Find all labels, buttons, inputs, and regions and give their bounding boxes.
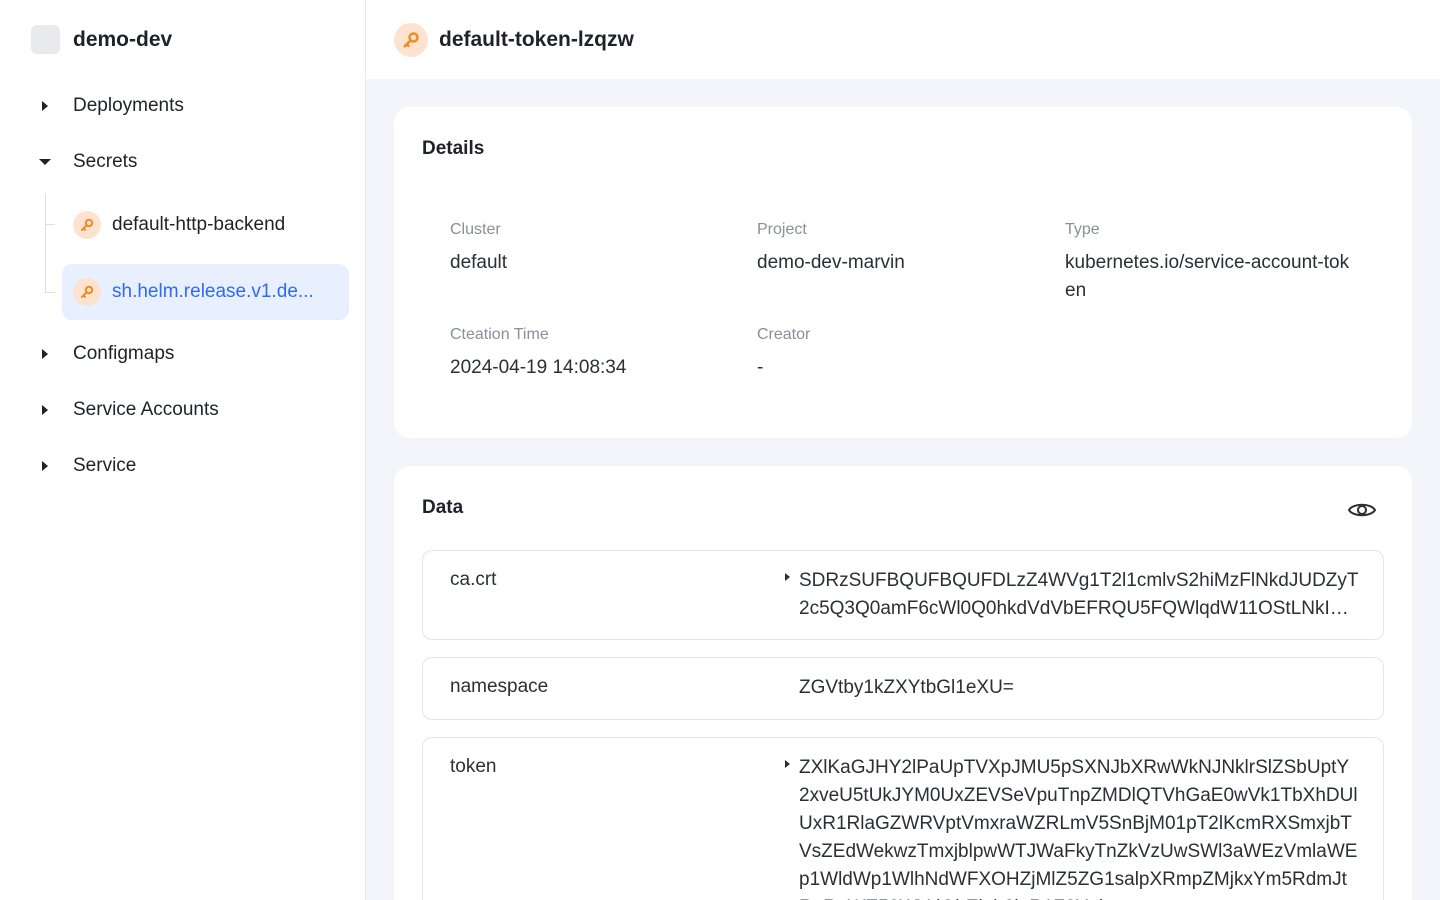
nav-group-deployments[interactable]: Deployments	[0, 88, 366, 124]
secret-item-label: sh.helm.release.v1.de...	[112, 281, 314, 302]
creator-value: -	[757, 357, 764, 378]
creation-time-field: Cteation Time 2024-04-19 14:08:34	[450, 326, 730, 382]
details-card: Details Cluster default Project demo-dev…	[394, 107, 1412, 438]
key-icon	[394, 22, 428, 57]
caret-right-icon	[38, 99, 52, 113]
cluster-label: Cluster	[450, 221, 501, 238]
project-header[interactable]: demo-dev	[31, 25, 172, 54]
nav-group-label: Secrets	[73, 151, 138, 172]
details-title: Details	[422, 138, 485, 159]
caret-right-icon	[38, 347, 52, 361]
nav-group-configmaps[interactable]: Configmaps	[0, 336, 366, 372]
nav-group-service[interactable]: Service	[0, 448, 366, 484]
data-value: ZGVtby1kZXYtbGl1eXU=	[799, 677, 1014, 698]
data-row-token: token ZXlKaGJHY2lPaUpTVXpJMU5pSXNJbXRwWk…	[422, 737, 1384, 900]
key-icon	[73, 278, 101, 306]
data-title: Data	[422, 497, 464, 518]
caret-right-icon	[38, 403, 52, 417]
cluster-value: default	[450, 252, 508, 273]
tree-connector	[45, 194, 46, 292]
nav-group-label: Configmaps	[73, 343, 175, 364]
creator-label: Creator	[757, 326, 811, 343]
tree-connector	[45, 292, 55, 293]
project-field: Project demo-dev-marvin	[757, 221, 1037, 277]
data-key: namespace	[450, 676, 549, 697]
data-row-ca-crt: ca.crt SDRzSUFBQUFBQUFDLzZ4WVg1T2l1cmlvS…	[422, 550, 1384, 640]
sidebar: demo-dev Deployments Secrets default-htt…	[0, 0, 366, 900]
project-name: demo-dev	[73, 27, 173, 51]
data-key: ca.crt	[450, 569, 497, 590]
creator-field: Creator -	[757, 326, 1037, 382]
project-logo	[31, 25, 60, 54]
type-field: Type kubernetes.io/service-account-token	[1065, 221, 1355, 305]
key-icon	[73, 211, 101, 239]
nav-group-label: Deployments	[73, 95, 184, 116]
caret-down-icon	[38, 155, 52, 169]
creation-time-label: Cteation Time	[450, 326, 549, 343]
tree-connector	[45, 224, 55, 225]
data-value: SDRzSUFBQUFBQUFDLzZ4WVg1T2l1cmlvS2hiMzFl…	[799, 570, 1359, 619]
data-row-namespace: namespace ZGVtby1kZXYtbGl1eXU=	[422, 657, 1384, 720]
type-label: Type	[1065, 221, 1100, 238]
data-key: token	[450, 756, 497, 777]
project-label: Project	[757, 221, 807, 238]
expand-caret-icon[interactable]	[785, 573, 795, 583]
project-value: demo-dev-marvin	[757, 252, 905, 273]
secret-item-default-http-backend[interactable]: default-http-backend	[62, 197, 349, 253]
type-value: kubernetes.io/service-account-token	[1065, 252, 1350, 301]
nav-group-secrets[interactable]: Secrets	[0, 144, 366, 180]
cluster-field: Cluster default	[450, 221, 730, 277]
eye-icon[interactable]	[1347, 499, 1377, 521]
data-card: Data ca.crt SDRzSUFBQUFBQUFDLzZ4WVg1T2l1…	[394, 466, 1412, 900]
secret-item-sh-helm-release[interactable]: sh.helm.release.v1.de...	[62, 264, 349, 320]
creation-time-value: 2024-04-19 14:08:34	[450, 357, 627, 378]
nav-group-label: Service	[73, 455, 137, 476]
nav-group-label: Service Accounts	[73, 399, 219, 420]
caret-right-icon	[38, 459, 52, 473]
page-header: default-token-lzqzw	[366, 0, 1440, 79]
expand-caret-icon[interactable]	[785, 760, 795, 770]
data-value: ZXlKaGJHY2lPaUpTVXpJMU5pSXNJbXRwWkNJNklr…	[799, 757, 1358, 900]
nav-group-service-accounts[interactable]: Service Accounts	[0, 392, 366, 428]
page-title: default-token-lzqzw	[439, 27, 634, 51]
secret-item-label: default-http-backend	[112, 214, 286, 235]
